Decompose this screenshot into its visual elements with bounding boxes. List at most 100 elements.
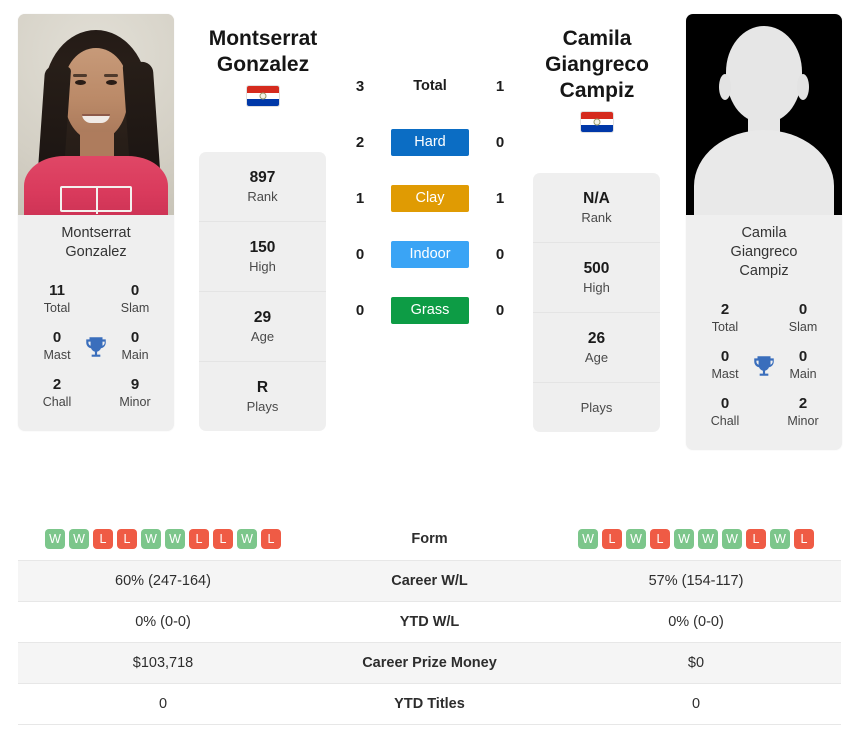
- titles-chall-label: Chall: [710, 414, 740, 428]
- info-rank: 897 Rank: [199, 152, 326, 222]
- info-age-value: 26: [587, 330, 606, 347]
- caption-line-2: Giangreco: [730, 244, 798, 260]
- form-win-badge: W: [674, 529, 694, 550]
- info-age-value: 29: [253, 309, 272, 326]
- name-line-2: Giangreco: [545, 53, 649, 76]
- table-row-prize-money: $103,718 Career Prize Money $0: [18, 642, 841, 683]
- info-rank-label: Rank: [581, 210, 612, 225]
- h2h-hard-right-value: 0: [495, 133, 505, 151]
- h2h-row-total: 3 Total 1: [340, 58, 520, 114]
- info-high-label: High: [583, 280, 610, 295]
- info-rank-value: N/A: [583, 190, 610, 207]
- form-win-badge: W: [722, 529, 742, 550]
- right-player-card[interactable]: Camila Giangreco Campiz 2 Total 0 Slam 0…: [686, 14, 842, 450]
- left-player-name[interactable]: Montserrat Gonzalez: [173, 26, 353, 106]
- right-player-titles-block: 2 Total 0 Slam 0 Mast 0 Main 0 Chall 2 M…: [686, 293, 842, 450]
- info-age: 29 Age: [199, 292, 326, 362]
- right-player-photo-column: Camila Giangreco Campiz 2 Total 0 Slam 0…: [686, 14, 842, 450]
- form-loss-badge: L: [117, 529, 137, 550]
- titles-total-label: Total: [711, 320, 739, 334]
- table-row-career-wl: 60% (247-164) Career W/L 57% (154-117): [18, 560, 841, 601]
- titles-minor-label: Minor: [787, 414, 819, 428]
- caption-line-3: Campiz: [739, 263, 789, 279]
- form-win-badge: W: [698, 529, 718, 550]
- titles-main-value: 0: [798, 348, 808, 365]
- h2h-grass-right-value: 0: [495, 301, 505, 319]
- info-high-value: 150: [249, 239, 276, 256]
- form-loss-badge: L: [650, 529, 670, 550]
- form-loss-badge: L: [746, 529, 766, 550]
- h2h-grass-badge[interactable]: Grass: [391, 296, 469, 324]
- h2h-hard-left-value: 2: [355, 133, 365, 151]
- row-label-prize-money: Career Prize Money: [362, 654, 497, 671]
- h2h-row-indoor: 0 Indoor 0: [340, 226, 520, 282]
- h2h-indoor-badge[interactable]: Indoor: [391, 240, 469, 268]
- h2h-indoor-left-value: 0: [355, 245, 365, 263]
- left-player-avatar: [18, 14, 174, 215]
- titles-mast-label: Mast: [43, 348, 71, 362]
- row-label-career-wl: Career W/L: [391, 572, 468, 589]
- left-ytd-wl: 0% (0-0): [135, 613, 191, 630]
- right-form-cell: WLWLWWWLWL: [551, 519, 841, 560]
- titles-total: 2 Total: [696, 295, 754, 342]
- form-win-badge: W: [770, 529, 790, 550]
- info-high: 150 High: [199, 222, 326, 292]
- h2h-clay-right-value: 1: [495, 189, 505, 207]
- form-loss-badge: L: [261, 529, 281, 550]
- titles-row-3: 2 Chall 9 Minor: [18, 370, 174, 417]
- left-form-strip: WWLLWWLLWL: [18, 529, 308, 550]
- form-win-badge: W: [626, 529, 646, 550]
- titles-main-value: 0: [130, 329, 140, 346]
- titles-main-label: Main: [789, 367, 817, 381]
- h2h-hard-badge[interactable]: Hard: [391, 128, 469, 156]
- titles-slam: 0 Slam: [774, 295, 832, 342]
- h2h-clay-badge[interactable]: Clay: [391, 184, 469, 212]
- h2h-row-grass: 0 Grass 0: [340, 282, 520, 338]
- form-win-badge: W: [141, 529, 161, 550]
- left-player-titles-block: 11 Total 0 Slam 0 Mast 0 Main 2 Chall 9 …: [18, 274, 174, 431]
- info-rank-value: 897: [249, 169, 276, 186]
- titles-row-2: 0 Mast 0 Main: [18, 323, 174, 370]
- right-player-name[interactable]: Camila Giangreco Campiz: [507, 26, 687, 132]
- info-rank-label: Rank: [247, 189, 278, 204]
- left-player-card[interactable]: Montserrat Gonzalez 11 Total 0 Slam 0 Ma…: [18, 14, 174, 431]
- left-career-prize-money: $103,718: [132, 654, 194, 671]
- h2h-grass-left-value: 0: [355, 301, 365, 319]
- titles-minor-label: Minor: [119, 395, 151, 409]
- left-form-cell: WWLLWWLLWL: [18, 519, 308, 560]
- titles-row-1: 2 Total 0 Slam: [686, 295, 842, 342]
- titles-main-label: Main: [121, 348, 149, 362]
- titles-minor-value: 9: [130, 376, 140, 393]
- caption-line-1: Montserrat: [61, 225, 131, 241]
- titles-minor: 9 Minor: [106, 370, 164, 417]
- titles-main: 0 Main: [106, 323, 164, 370]
- head-to-head-surfaces: 3 Total 1 2 Hard 0 1 Clay 1 0 Indoor 0 0…: [340, 58, 520, 338]
- right-career-wl: 57% (154-117): [648, 572, 744, 589]
- h2h-indoor-right-value: 0: [495, 245, 505, 263]
- left-career-wl: 60% (247-164): [115, 572, 211, 589]
- h2h-total-left-value: 3: [355, 77, 365, 95]
- titles-slam: 0 Slam: [106, 276, 164, 323]
- info-age-label: Age: [250, 329, 275, 344]
- titles-mast-label: Mast: [711, 367, 739, 381]
- info-age: 26 Age: [533, 313, 660, 383]
- right-player-caption: Camila Giangreco Campiz: [686, 215, 842, 293]
- info-rank: N/A Rank: [533, 173, 660, 243]
- name-line-1: Montserrat: [208, 27, 318, 50]
- form-loss-badge: L: [189, 529, 209, 550]
- right-ytd-titles: 0: [691, 695, 701, 712]
- titles-main: 0 Main: [774, 342, 832, 389]
- titles-total-label: Total: [43, 301, 71, 315]
- titles-slam-value: 0: [798, 301, 808, 318]
- info-plays: R Plays: [199, 362, 326, 431]
- name-line-1: Camila: [562, 27, 632, 50]
- titles-mast-value: 0: [720, 348, 730, 365]
- right-player-avatar: [686, 14, 842, 215]
- titles-slam-value: 0: [130, 282, 140, 299]
- form-loss-badge: L: [213, 529, 233, 550]
- paraguay-flag-icon: [581, 112, 613, 132]
- form-win-badge: W: [237, 529, 257, 550]
- right-player-info-card: N/A Rank 500 High 26 Age Plays: [533, 173, 660, 432]
- table-row-ytd-titles: 0 YTD Titles 0: [18, 683, 841, 724]
- table-row-form: WWLLWWLLWL Form WLWLWWWLWL: [18, 519, 841, 560]
